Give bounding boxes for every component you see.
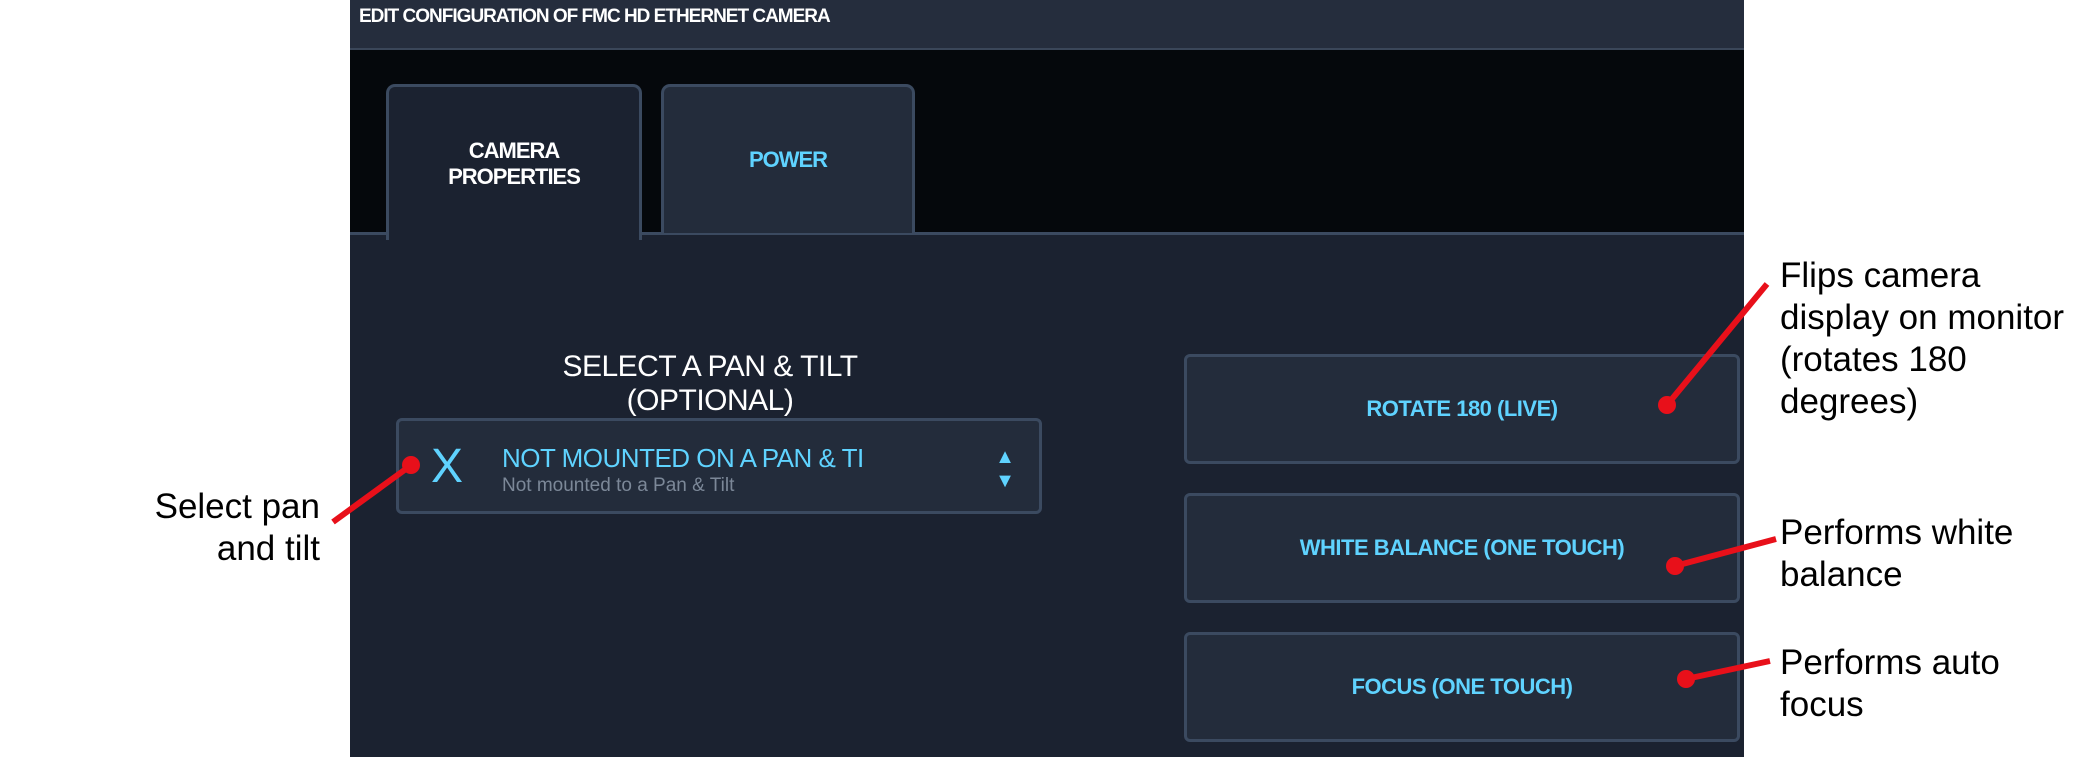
annotation-white-balance: Performs white balance xyxy=(1780,513,2014,594)
annotation-line-white-balance xyxy=(1674,536,1777,569)
annotation-dot-pan-tilt xyxy=(402,456,420,474)
annotation-dot-rotate xyxy=(1658,396,1676,414)
tab-camera-properties-label: CAMERA PROPERTIES xyxy=(448,137,581,189)
annotation-line-focus xyxy=(1685,658,1771,682)
annotation-focus: Performs auto focus xyxy=(1780,643,2000,724)
annotation-pan-tilt: Select pan and tilt xyxy=(154,487,320,568)
annotation-line-rotate xyxy=(1664,282,1770,407)
annotation-line-pan-tilt xyxy=(331,463,412,525)
tab-camera-properties[interactable]: CAMERA PROPERTIES xyxy=(386,84,642,240)
annotation-rotate: Flips camera display on monitor (rotates… xyxy=(1780,256,2065,421)
annotation-dot-white-balance xyxy=(1666,557,1684,575)
annotation-dot-focus xyxy=(1677,670,1695,688)
